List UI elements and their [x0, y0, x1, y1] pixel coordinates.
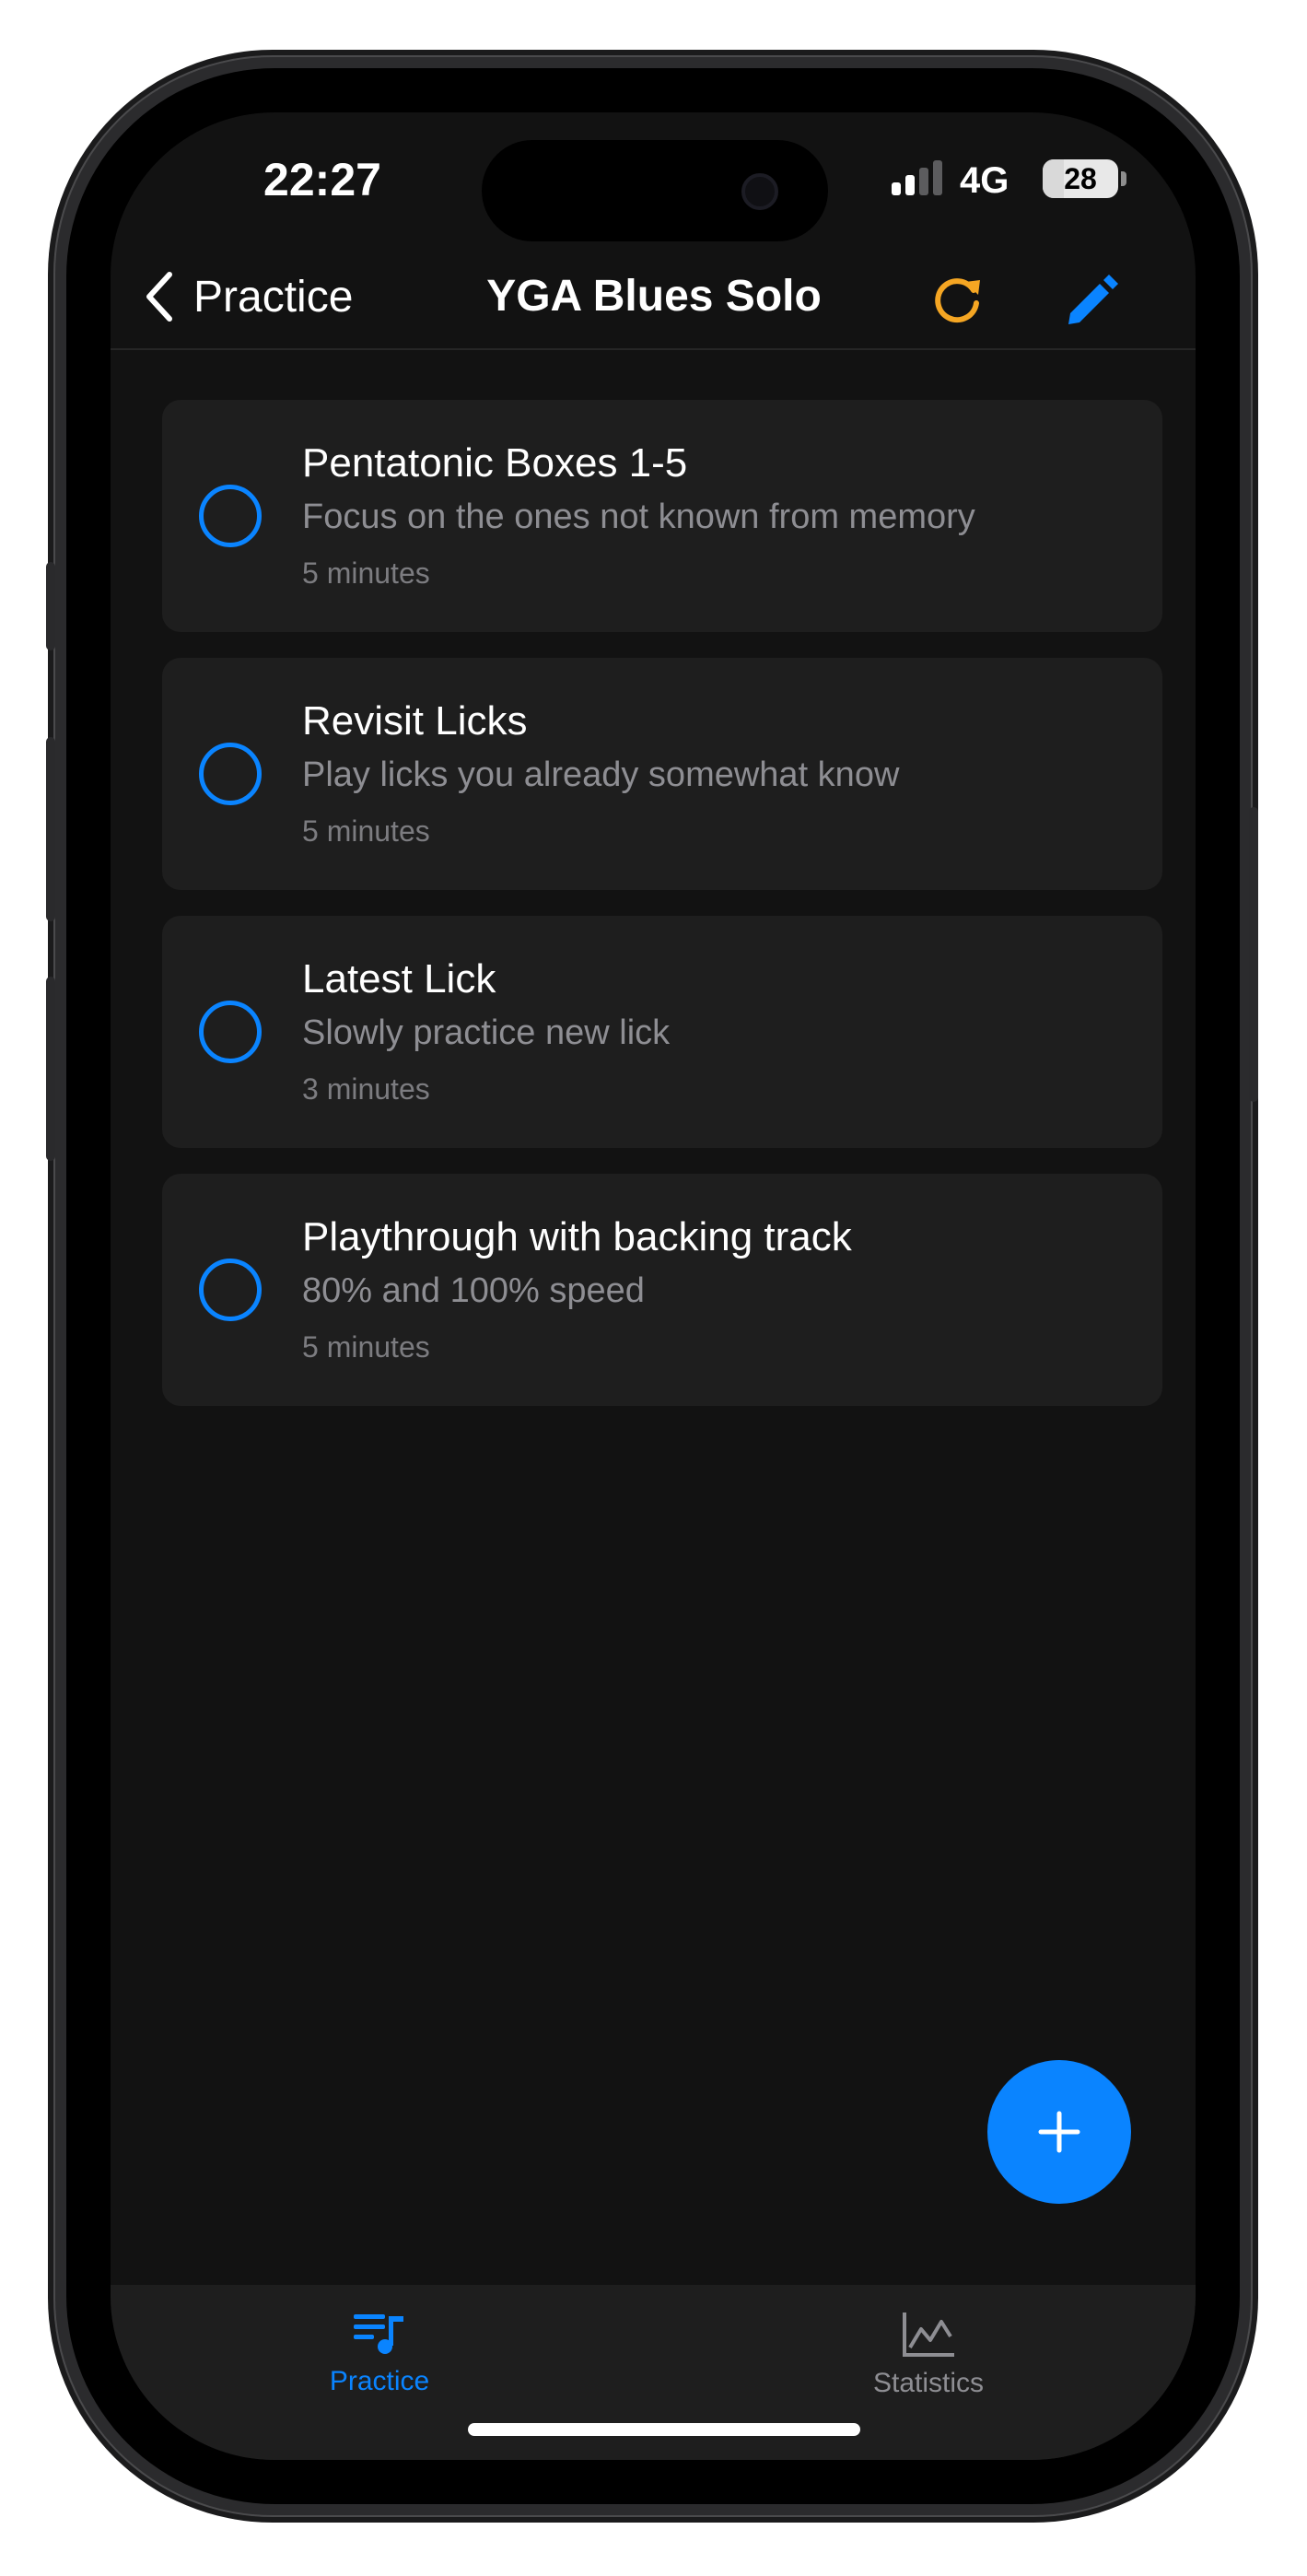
- item-title: Playthrough with backing track: [302, 1214, 852, 1259]
- item-duration: 5 minutes: [302, 556, 430, 590]
- battery-icon: 28: [1043, 159, 1118, 198]
- battery-fill: [1043, 159, 1064, 198]
- phone-mockup: 22:27 4G 28 Practice YGA Blues Solo Pent…: [0, 0, 1307, 2576]
- volume-down-button: [46, 977, 55, 1161]
- home-indicator[interactable]: [468, 2423, 860, 2436]
- practice-item[interactable]: Latest Lick Slowly practice new lick 3 m…: [162, 916, 1162, 1148]
- power-button: [1249, 807, 1258, 1102]
- add-item-button[interactable]: [987, 2060, 1131, 2204]
- chevron-left-icon: [146, 272, 172, 322]
- page-title: YGA Blues Solo: [486, 272, 822, 321]
- music-list-icon: [354, 2314, 403, 2354]
- line-chart-icon: [903, 2313, 954, 2357]
- cellular-signal-icon: [892, 158, 947, 195]
- item-title: Pentatonic Boxes 1-5: [302, 440, 688, 486]
- practice-item[interactable]: Playthrough with backing track 80% and 1…: [162, 1174, 1162, 1406]
- battery-level: 28: [1064, 162, 1097, 195]
- network-type: 4G: [960, 160, 1009, 201]
- item-description: Slowly practice new lick: [302, 1013, 671, 1052]
- tab-statistics[interactable]: Statistics: [790, 2311, 1067, 2399]
- front-camera: [741, 173, 778, 210]
- completion-checkbox[interactable]: [199, 485, 262, 547]
- dynamic-island: [482, 140, 828, 241]
- volume-up-button: [46, 737, 55, 921]
- item-description: Play licks you already somewhat know: [302, 755, 900, 794]
- back-label: Practice: [193, 272, 354, 322]
- refresh-button[interactable]: [925, 267, 989, 332]
- item-duration: 5 minutes: [302, 1330, 430, 1364]
- refresh-icon: [935, 278, 980, 323]
- tab-label: Statistics: [872, 2368, 985, 2398]
- item-description: 80% and 100% speed: [302, 1271, 645, 1310]
- pencil-icon: [1068, 275, 1118, 324]
- completion-checkbox[interactable]: [199, 1259, 262, 1321]
- item-title: Latest Lick: [302, 956, 496, 1001]
- plus-icon: [1038, 2111, 1080, 2153]
- item-title: Revisit Licks: [302, 698, 528, 744]
- completion-checkbox[interactable]: [199, 743, 262, 805]
- back-button[interactable]: Practice: [144, 260, 353, 334]
- item-description: Focus on the ones not known from memory: [302, 498, 975, 536]
- action-button: [46, 562, 55, 650]
- status-time: 22:27: [263, 154, 381, 205]
- practice-item-list: Pentatonic Boxes 1-5 Focus on the ones n…: [162, 400, 1162, 1432]
- practice-item[interactable]: Revisit Licks Play licks you already som…: [162, 658, 1162, 890]
- nav-divider: [111, 348, 1196, 350]
- practice-item[interactable]: Pentatonic Boxes 1-5 Focus on the ones n…: [162, 400, 1162, 632]
- app-screen: 22:27 4G 28 Practice YGA Blues Solo Pent…: [111, 112, 1196, 2460]
- item-duration: 3 minutes: [302, 1072, 430, 1106]
- edit-button[interactable]: [1059, 267, 1124, 332]
- completion-checkbox[interactable]: [199, 1001, 262, 1063]
- tab-label: Practice: [329, 2366, 430, 2396]
- item-duration: 5 minutes: [302, 814, 430, 848]
- tab-practice[interactable]: Practice: [241, 2311, 518, 2397]
- battery-cap: [1121, 171, 1126, 186]
